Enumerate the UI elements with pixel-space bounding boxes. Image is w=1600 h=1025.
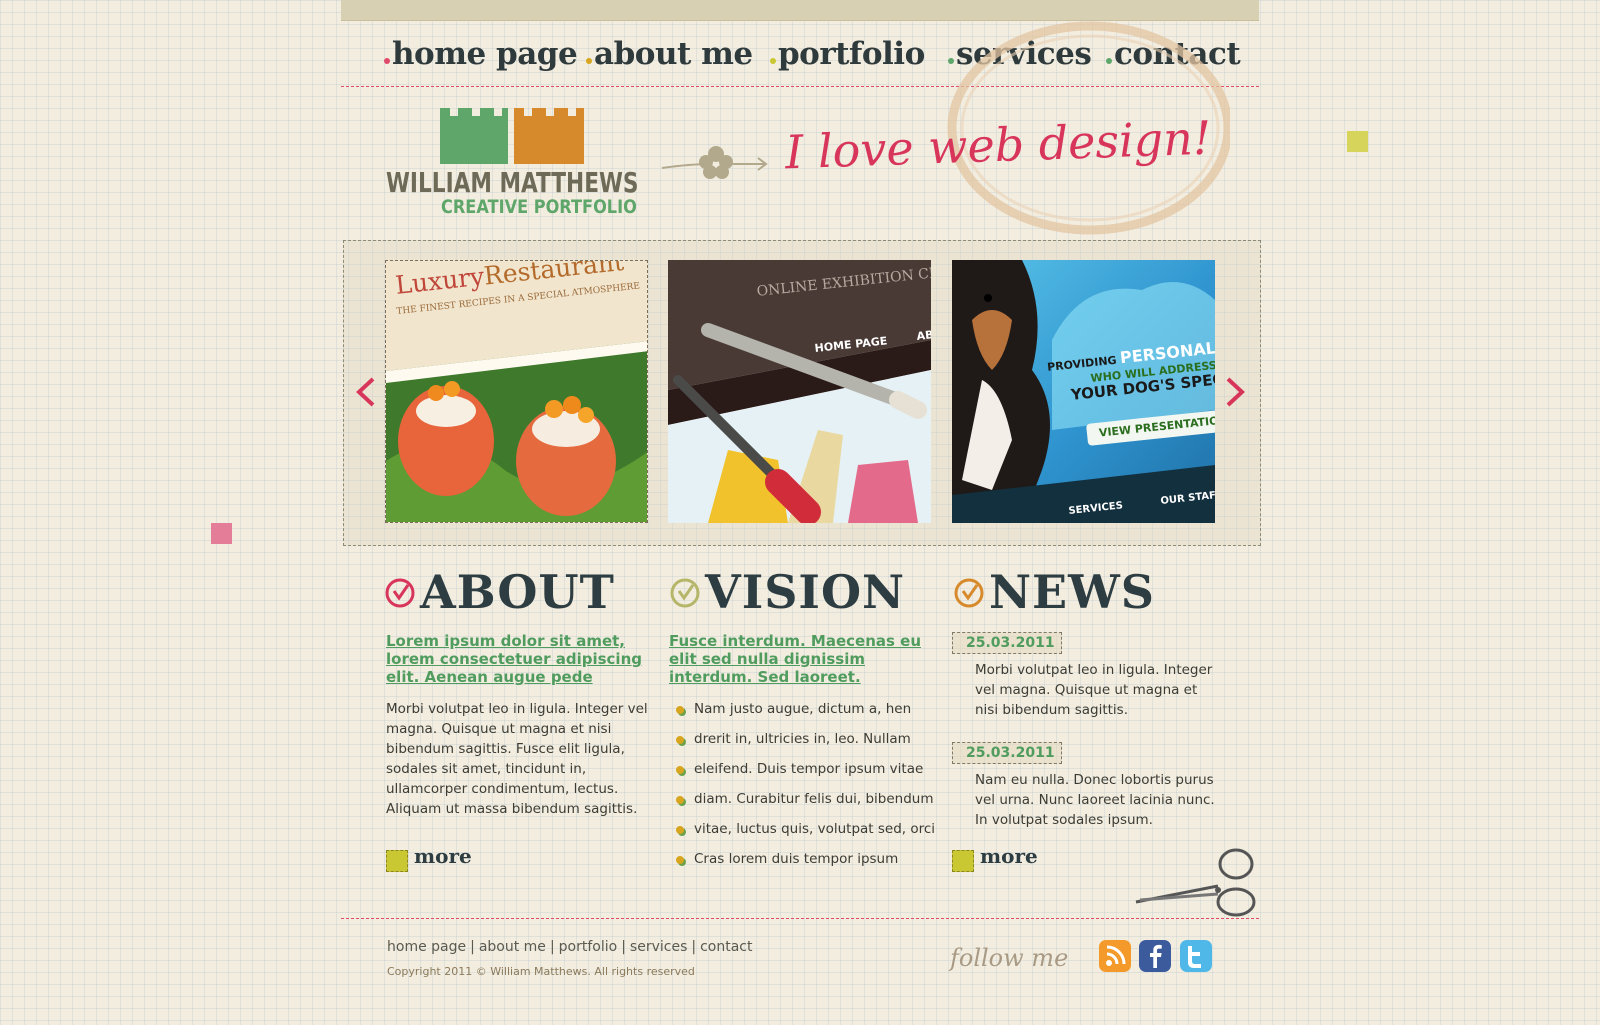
- copyright: Copyright 2011 © William Matthews. All r…: [387, 965, 695, 978]
- list-item: eleifend. Duis tempor ipsum vitae: [670, 759, 940, 789]
- news-date: 25.03.2011: [952, 632, 1062, 654]
- vision-title: VISION: [705, 565, 906, 619]
- more-square-icon: [386, 850, 408, 872]
- exhibition-nav-about: AB: [916, 328, 931, 343]
- about-more-button[interactable]: more: [386, 844, 486, 874]
- nav-dot-icon: [770, 58, 776, 64]
- news-date: 25.03.2011: [952, 742, 1062, 764]
- about-body: Morbi volutpat leo in ligula. Integer ve…: [386, 701, 648, 817]
- decor-square: [211, 523, 232, 544]
- news-text: Morbi volutpat leo in ligula. Integer ve…: [975, 662, 1213, 718]
- scissors-icon: [1135, 848, 1256, 917]
- nav-about-me[interactable]: about me: [586, 36, 753, 72]
- logo-name: WILLIAM MATTHEWS: [386, 166, 639, 199]
- bullet-icon: [676, 736, 684, 744]
- logo-mark: [440, 108, 584, 164]
- about-badge-icon: [385, 578, 415, 608]
- vision-lead-link[interactable]: Fusce interdum. Maecenas eu elit sed nul…: [669, 632, 935, 686]
- news-text: Nam eu nulla. Donec lobortis purus vel u…: [975, 772, 1215, 828]
- news-title: NEWS: [989, 565, 1155, 619]
- decor-square: [1347, 131, 1368, 152]
- about-lead-link[interactable]: Lorem ipsum dolor sit amet, lorem consec…: [386, 632, 646, 686]
- twitter-icon[interactable]: [1180, 940, 1212, 972]
- bullet-icon: [676, 766, 684, 774]
- footer-link-portfolio[interactable]: portfolio: [559, 939, 618, 955]
- exhibition-screenshot-image: [668, 260, 931, 523]
- nav-dot-icon: [586, 58, 592, 64]
- bullet-icon: [676, 706, 684, 714]
- portfolio-thumb-dogs[interactable]: PROVIDING PERSONAL T WHO WILL ADDRESS YO…: [952, 260, 1215, 523]
- vision-badge-icon: [670, 578, 700, 608]
- nav-home-page[interactable]: home page: [384, 36, 578, 72]
- news-badge-icon: [954, 578, 984, 608]
- footer-link-home-page[interactable]: home page: [387, 939, 466, 955]
- list-item: Nam justo augue, dictum a, hen: [670, 699, 940, 729]
- slider-next-arrow-icon[interactable]: [1224, 377, 1246, 407]
- footer-link-services[interactable]: services: [630, 939, 687, 955]
- vision-list: Nam justo augue, dictum a, hen drerit in…: [670, 699, 940, 879]
- hibiscus-arrow-icon: [661, 146, 768, 179]
- logo-subtitle: CREATIVE PORTFOLIO: [441, 196, 637, 218]
- bullet-icon: [676, 796, 684, 804]
- footer-nav: home page | about me | portfolio | services | co…: [387, 939, 753, 955]
- list-item: Cras lorem duis tempor ipsum: [670, 849, 940, 879]
- nav-dot-icon: [384, 58, 390, 64]
- facebook-icon[interactable]: [1139, 940, 1171, 972]
- portfolio-thumb-restaurant[interactable]: LuxuryRestaurant THE FINEST RECIPES IN A…: [385, 260, 648, 523]
- slider-prev-arrow-icon[interactable]: [355, 377, 377, 407]
- follow-me-label: follow me: [950, 944, 1069, 972]
- list-item: diam. Curabitur felis dui, bibendum: [670, 789, 940, 819]
- footer-link-contact[interactable]: contact: [700, 939, 752, 955]
- about-title: ABOUT: [420, 565, 615, 619]
- list-item: vitae, luctus quis, volutpat sed, orci: [670, 819, 940, 849]
- food-photo-image: [386, 341, 647, 522]
- rss-icon[interactable]: [1099, 940, 1131, 972]
- footer-divider: [341, 918, 1259, 919]
- more-square-icon: [952, 850, 974, 872]
- bullet-icon: [676, 856, 684, 864]
- thumb-title-a: Luxury: [394, 261, 486, 300]
- portfolio-thumb-exhibition[interactable]: ONLINE EXHIBITION CE HOME PAGE AB: [668, 260, 931, 523]
- footer-link-about-me[interactable]: about me: [479, 939, 546, 955]
- news-more-button[interactable]: more: [952, 844, 1052, 874]
- bullet-icon: [676, 826, 684, 834]
- list-item: drerit in, ultricies in, leo. Nullam: [670, 729, 940, 759]
